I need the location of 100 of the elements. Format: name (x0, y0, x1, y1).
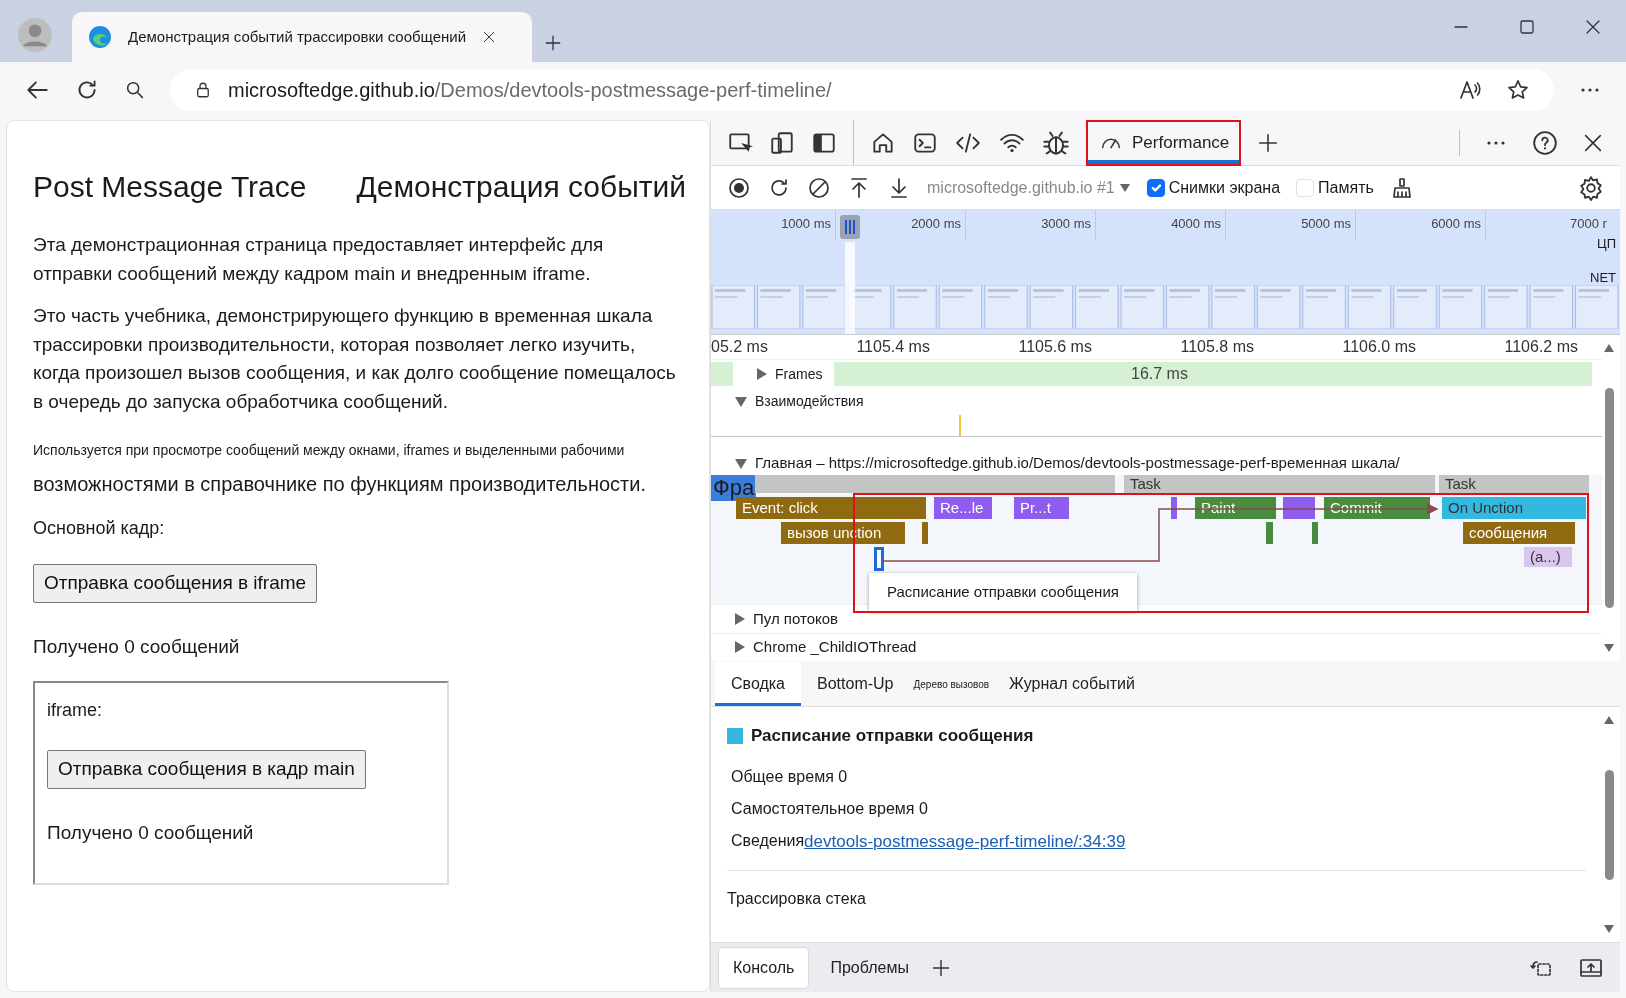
flame-event[interactable]: сообщения (1463, 521, 1575, 544)
search-icon[interactable] (124, 79, 146, 101)
flame-bar[interactable] (1283, 496, 1315, 519)
ruler-tick: 1105.6 ms (1018, 337, 1092, 357)
time-tick: 6000 ms (1356, 210, 1486, 240)
flame-event[interactable]: Pr...t (1014, 496, 1069, 519)
received-count: Получено 0 сообщений (33, 634, 241, 659)
paragraph: Это часть учебника, демонстрирующего функцию в временная шкала трассировки производительности, которая позволяет легко изучить, когда произошел вызов сообщения, и как долго сообщение помещалось в очередь до запуска обработчика сообщений. (33, 304, 677, 414)
scroll-down-icon[interactable] (1603, 643, 1615, 653)
panel-tab[interactable]: Bottom-Up (801, 662, 910, 706)
add-icon[interactable] (930, 957, 951, 978)
track-label: Chrome _ChildIOThread (753, 637, 917, 658)
expand-arrow-icon[interactable] (735, 613, 745, 626)
record-icon[interactable] (727, 175, 751, 200)
panel-tab[interactable]: Сводка (715, 662, 801, 706)
scroll-down-icon[interactable] (1603, 924, 1615, 934)
flame-bar[interactable] (1266, 521, 1273, 544)
frame-label: Фра (711, 474, 757, 501)
maximize-icon[interactable] (1518, 18, 1536, 36)
drawer-tab[interactable]: Проблемы (816, 947, 923, 988)
range-handle-icon[interactable] (839, 214, 861, 240)
checkbox-label: Память (1318, 177, 1374, 198)
time-tick: 1000 ms (711, 210, 836, 240)
track-label: Frames (775, 364, 823, 384)
flame-event[interactable]: Task (1439, 474, 1589, 493)
url-text: microsoftedge.github.io/Demos/devtools-postmessage-perf-timeline/ (228, 78, 832, 103)
performance-tab[interactable]: Performance (1086, 119, 1242, 166)
paragraph: возможностями в справочнике по функциям производительности. (33, 472, 647, 497)
track-label: Взаимодействия (755, 392, 864, 412)
flame-bar[interactable] (922, 521, 928, 544)
expand-arrow-icon[interactable] (735, 396, 747, 407)
scroll-up-icon[interactable] (1603, 343, 1615, 353)
close-icon[interactable] (1584, 18, 1602, 36)
details-label: Сведения (731, 830, 805, 849)
track-label: Пул потоков (753, 608, 839, 629)
summary-row-text: Общее время 0 (730, 766, 849, 787)
flame-event[interactable]: Re...le (934, 496, 992, 519)
time-tick: 4000 ms (1096, 210, 1226, 240)
flame-bar[interactable] (874, 546, 884, 571)
ruler-tick: 05.2 ms (711, 337, 768, 357)
caret-icon (1118, 182, 1131, 193)
category-swatch (727, 727, 743, 744)
track-label: Главная – https://microsoftedge.github.io/Demos/devtools-postmessage-perf-временная шкала/ (755, 453, 1400, 474)
ruler-tick: 1106.0 ms (1342, 337, 1416, 357)
clear-icon[interactable] (807, 175, 831, 200)
send-button[interactable]: Отправка сообщения в кадр main (47, 750, 366, 789)
scrollbar-thumb[interactable] (1604, 388, 1614, 608)
flame-event[interactable]: Task (1124, 474, 1435, 493)
flame-event[interactable]: Event: click (736, 496, 926, 519)
page-heading: Демонстрация событий (356, 169, 686, 205)
frame-duration: 16.7 ms (1131, 364, 1188, 385)
time-tick: 5000 ms (1226, 210, 1356, 240)
favorite-star-icon[interactable] (1506, 78, 1530, 102)
received-count: Получено 0 сообщений (47, 820, 255, 845)
flame-event[interactable]: Commit (1324, 496, 1430, 519)
time-tick: 7000 r (1570, 215, 1608, 233)
settings-icon[interactable] (1578, 174, 1604, 201)
paragraph: Эта демонстрационная страница предоставляет интерфейс для отправки сообщений между кадром main и внедренным iframe. (33, 233, 605, 286)
flame-event[interactable]: вызов unction (781, 521, 905, 544)
device-icon[interactable] (769, 129, 795, 156)
note-text: Используется при просмотре сообщений между окнами, iframes и выделенными рабочими (33, 441, 626, 460)
time-tick: 3000 ms (966, 210, 1096, 240)
source-link[interactable]: devtools-postmessage-perf-timeline/:34:39 (804, 828, 1126, 854)
ruler-tick: 1105.4 ms (856, 337, 930, 357)
panel-tab[interactable]: Журнал событий (993, 662, 1151, 706)
scroll-up-icon[interactable] (1603, 715, 1615, 725)
lock-icon (194, 80, 212, 100)
ruler-tick: 1106.2 ms (1504, 337, 1578, 357)
tooltip: Расписание отправки сообщения (869, 572, 1137, 612)
checkbox-label: Снимки экрана (1168, 177, 1281, 198)
drawer-tab[interactable]: Консоль (719, 947, 809, 988)
flame-event[interactable]: Paint (1195, 496, 1276, 519)
summary-title: Расписание отправки сообщения (751, 725, 1034, 747)
lane-label: ЦП (1597, 235, 1616, 253)
browser-logo-icon (88, 25, 112, 49)
new-tab-icon[interactable] (544, 34, 562, 52)
flame-bar[interactable] (1312, 521, 1318, 544)
lane-label: NET (1590, 268, 1616, 287)
checkbox[interactable] (1146, 178, 1165, 197)
page-heading: Post Message Trace (33, 169, 307, 205)
flame-bar[interactable] (1171, 496, 1177, 519)
flame-event[interactable]: On Unction (1442, 496, 1586, 519)
frame-label: Основной кадр: (33, 517, 166, 540)
send-button[interactable]: Отправка сообщения в iframe (33, 564, 318, 603)
panel-tab[interactable]: Дерево вызовов (909, 662, 994, 706)
summary-row-text: Самостоятельное время 0 (730, 798, 929, 819)
expand-arrow-icon[interactable] (757, 368, 767, 381)
address-field[interactable]: microsoftedge.github.io/Demos/devtools-postmessage-perf-timeline/ (170, 69, 1554, 111)
flame-event[interactable]: (a...) (1524, 546, 1572, 567)
frame-label: iframe: (47, 699, 103, 722)
close-icon[interactable] (482, 30, 497, 44)
read-aloud-icon[interactable] (1458, 78, 1482, 102)
section-heading: Трассировка стека (727, 889, 867, 909)
browser-tab[interactable]: Демонстрация событий трассировки сообщений (72, 12, 532, 62)
tab-title: Демонстрация событий трассировки сообщений (128, 26, 467, 47)
interaction-marker (959, 414, 961, 436)
add-icon[interactable] (1257, 131, 1280, 154)
help-icon[interactable] (1532, 129, 1558, 156)
target-dropdown[interactable]: microsoftedge.github.io #1 (927, 175, 1131, 200)
scrollbar-thumb[interactable] (1604, 769, 1614, 880)
